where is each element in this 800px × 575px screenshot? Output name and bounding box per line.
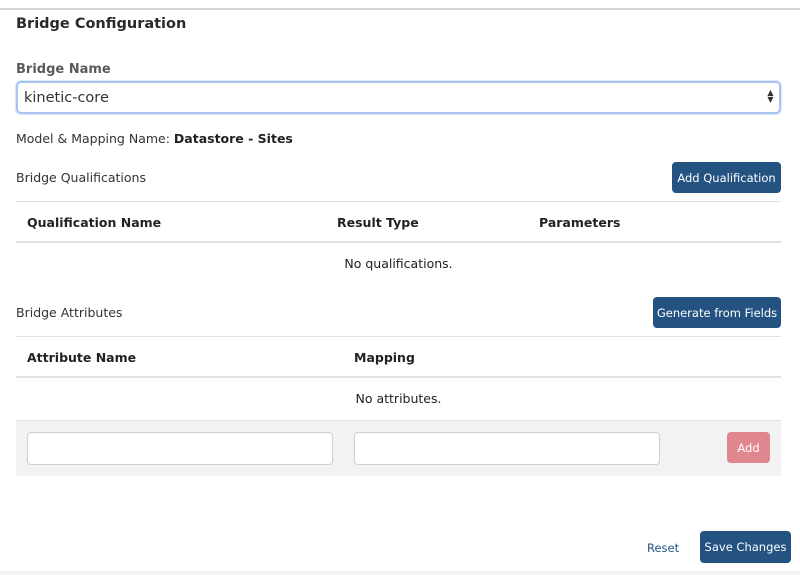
attributes-table: Attribute Name Mapping No attributes. <box>16 336 781 420</box>
column-header-parameters: Parameters <box>539 215 621 230</box>
bottom-edge <box>0 571 800 575</box>
attributes-table-header: Attribute Name Mapping <box>16 336 781 378</box>
top-divider <box>0 8 800 10</box>
column-header-qualification-name: Qualification Name <box>27 215 162 230</box>
bridge-name-selected-value: kinetic-core <box>24 90 109 106</box>
reset-link[interactable]: Reset <box>647 541 679 555</box>
qualifications-section-title: Bridge Qualifications <box>16 170 146 185</box>
attribute-name-input[interactable] <box>27 432 333 465</box>
qualifications-empty-message: No qualifications. <box>344 256 453 271</box>
attributes-empty-message: No attributes. <box>355 391 442 406</box>
qualifications-table: Qualification Name Result Type Parameter… <box>16 201 781 285</box>
select-updown-icon: ▲ ▼ <box>767 88 774 104</box>
column-header-mapping: Mapping <box>354 350 415 365</box>
model-mapping-line: Model & Mapping Name: Datastore - Sites <box>16 131 293 146</box>
attribute-mapping-input[interactable] <box>354 432 660 465</box>
add-attribute-row: Add <box>16 420 781 476</box>
column-header-attribute-name: Attribute Name <box>27 350 137 365</box>
add-attribute-button[interactable]: Add <box>727 432 770 463</box>
add-qualification-button[interactable]: Add Qualification <box>672 162 781 193</box>
model-mapping-label: Model & Mapping Name: <box>16 131 170 146</box>
qualifications-table-header: Qualification Name Result Type Parameter… <box>16 201 781 243</box>
page-title: Bridge Configuration <box>16 16 187 32</box>
save-changes-button[interactable]: Save Changes <box>700 531 791 563</box>
model-mapping-value: Datastore - Sites <box>173 131 293 146</box>
bridge-name-select[interactable]: kinetic-core ▲ ▼ <box>16 81 781 114</box>
generate-from-fields-button[interactable]: Generate from Fields <box>653 297 781 328</box>
column-header-result-type: Result Type <box>337 215 419 230</box>
attributes-section-title: Bridge Attributes <box>16 305 123 320</box>
bridge-name-label: Bridge Name <box>16 62 111 77</box>
